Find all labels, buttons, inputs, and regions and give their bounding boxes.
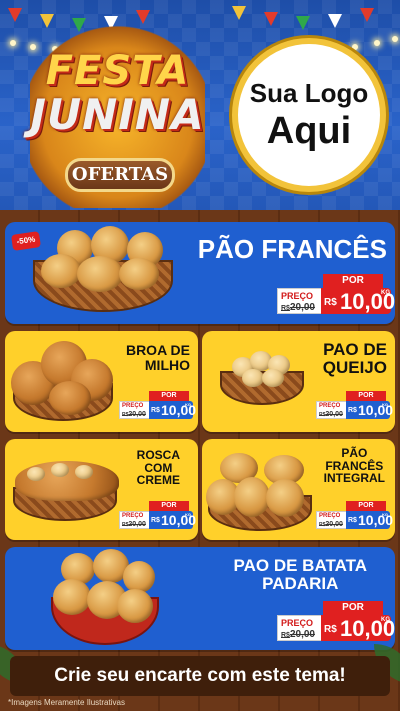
logo-text-line1: Sua Logo — [249, 78, 369, 108]
old-price-box: PREÇO R$20,00 — [277, 288, 323, 314]
old-price-box: PREÇO R$20,00 — [316, 511, 348, 529]
cta-banner[interactable]: Crie seu encarte com este tema! — [10, 656, 390, 696]
festa-junina-logo: FESTA JUNINA OFERTAS — [10, 18, 225, 208]
unit-label: KG — [382, 402, 388, 407]
product-name: PÃO FRANCÊS — [197, 234, 387, 264]
old-price: R$20,00 — [122, 411, 146, 418]
product-card-broa-de-milho[interactable]: BROA DE MILHO POR PREÇO R$20,00 R$ 10,00… — [5, 331, 198, 432]
product-name: PÃO FRANCÊS INTEGRAL — [323, 446, 385, 486]
cheese-bread-icon — [262, 369, 284, 387]
new-price-box: R$ 10,00 KG — [149, 511, 196, 529]
festa-title-line2: JUNINA — [30, 90, 205, 139]
old-price-box: PREÇO R$20,00 — [277, 615, 323, 641]
logo-placeholder[interactable]: Sua Logo Aqui — [232, 38, 386, 192]
price-tag: POR PREÇO R$20,00 R$ 10,00 KG — [277, 274, 395, 316]
flag-icon — [264, 12, 278, 26]
cta-text: Crie seu encarte com este tema! — [54, 665, 346, 686]
product-card-pao-frances-integral[interactable]: PÃO FRANCÊS INTEGRAL POR PREÇO R$20,00 R… — [202, 439, 395, 540]
old-price: R$20,00 — [319, 521, 343, 528]
product-name: PAO DE BATATA PADARIA — [233, 556, 367, 593]
cream-icon — [51, 463, 69, 477]
product-card-pao-frances[interactable]: PÃO FRANCÊS POR PREÇO R$20,00 R$ 10,00 K… — [5, 222, 395, 324]
flyer-page: FESTA JUNINA OFERTAS Sua Logo Aqui PÃO F… — [0, 0, 400, 711]
new-price-box: R$ 10,00 KG — [321, 615, 395, 641]
flag-icon — [360, 8, 374, 22]
old-price: R$20,00 — [281, 302, 315, 313]
light-bulb-icon — [374, 40, 380, 46]
bread-roll-icon — [234, 477, 270, 517]
potato-bread-icon — [117, 589, 153, 623]
unit-label: KG — [381, 617, 390, 623]
ofertas-badge: OFERTAS — [65, 158, 175, 192]
preco-label: PREÇO — [281, 291, 314, 301]
product-name: ROSCA COM CREME — [136, 448, 180, 488]
price-tag: POR PREÇO R$20,00 R$ 10,00 KG — [316, 501, 393, 529]
price-tag: POR PREÇO R$20,00 R$ 10,00 KG — [119, 501, 196, 529]
price-tag: POR PREÇO R$20,00 R$ 10,00 KG — [316, 391, 393, 419]
new-price-box: R$ 10,00 KG — [321, 288, 395, 314]
por-label: POR — [346, 391, 386, 401]
old-price-box: PREÇO R$20,00 — [316, 401, 348, 419]
festa-title-line1: FESTA — [45, 48, 190, 94]
new-price-box: R$ 10,00 KG — [346, 401, 393, 419]
header-banner: FESTA JUNINA OFERTAS Sua Logo Aqui — [0, 0, 400, 210]
bread-roll-icon — [77, 256, 123, 292]
bread-roll-icon — [266, 479, 304, 517]
new-price-box: R$ 10,00 KG — [346, 511, 393, 529]
preco-label: PREÇO — [319, 403, 341, 409]
flag-icon — [232, 6, 246, 20]
currency-symbol: R$ — [348, 407, 357, 414]
por-label: POR — [149, 501, 189, 511]
old-price: R$20,00 — [281, 629, 315, 640]
por-label: POR — [323, 601, 383, 615]
unit-label: KG — [382, 512, 388, 517]
product-card-pao-de-batata[interactable]: PAO DE BATATA PADARIA POR PREÇO R$20,00 … — [5, 547, 395, 650]
old-price: R$20,00 — [122, 521, 146, 528]
preco-label: PREÇO — [122, 403, 144, 409]
preco-label: PREÇO — [281, 618, 314, 628]
light-bulb-icon — [352, 44, 358, 50]
por-label: POR — [149, 391, 189, 401]
light-bulb-icon — [392, 36, 398, 42]
old-price-box: PREÇO R$20,00 — [119, 401, 151, 419]
cream-icon — [75, 465, 93, 479]
new-price-box: R$ 10,00 KG — [149, 401, 196, 419]
logo-text-line2: Aqui — [266, 110, 352, 152]
cheese-bread-icon — [242, 369, 264, 387]
currency-symbol: R$ — [324, 297, 337, 308]
price-tag: POR PREÇO R$20,00 R$ 10,00 KG — [277, 601, 395, 643]
currency-symbol: R$ — [348, 517, 357, 524]
disclaimer-text: *Imagens Meramente Ilustrativas — [8, 698, 125, 707]
por-label: POR — [346, 501, 386, 511]
potato-bread-icon — [123, 561, 155, 593]
flag-icon — [328, 14, 342, 28]
unit-label: KG — [185, 402, 191, 407]
cream-icon — [27, 467, 45, 481]
product-name: BROA DE MILHO — [125, 342, 190, 373]
bread-roll-icon — [119, 258, 159, 290]
preco-label: PREÇO — [122, 513, 144, 519]
bread-roll-icon — [41, 254, 81, 288]
currency-symbol: R$ — [151, 407, 160, 414]
potato-bread-icon — [53, 579, 91, 615]
unit-label: KG — [381, 290, 390, 296]
unit-label: KG — [185, 512, 191, 517]
price-tag: POR PREÇO R$20,00 R$ 10,00 KG — [119, 391, 196, 419]
flag-icon — [296, 16, 310, 30]
old-price-box: PREÇO R$20,00 — [119, 511, 151, 529]
preco-label: PREÇO — [319, 513, 341, 519]
currency-symbol: R$ — [324, 624, 337, 635]
product-card-rosca-com-creme[interactable]: ROSCA COM CREME POR PREÇO R$20,00 R$ 10,… — [5, 439, 198, 540]
por-label: POR — [323, 274, 383, 288]
currency-symbol: R$ — [151, 517, 160, 524]
corn-bread-icon — [49, 381, 91, 415]
product-card-pao-de-queijo[interactable]: PAO DE QUEIJO POR PREÇO R$20,00 R$ 10,00… — [202, 331, 395, 432]
product-name: PAO DE QUEIJO — [322, 340, 387, 377]
old-price: R$20,00 — [319, 411, 343, 418]
